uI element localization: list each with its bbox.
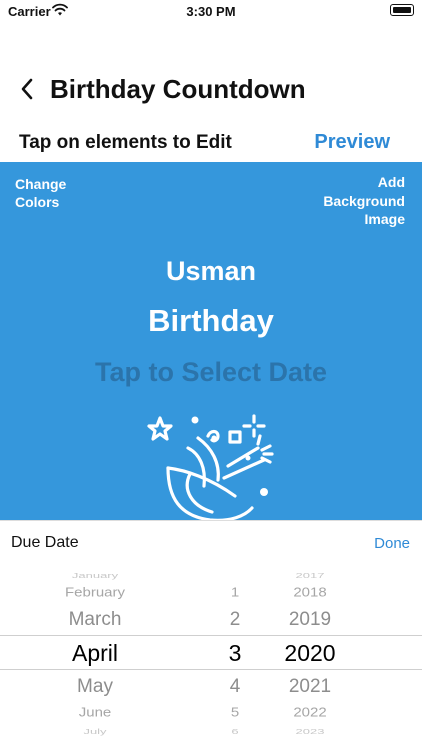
- day-option[interactable]: 2: [205, 609, 265, 633]
- clock: 3:30 PM: [186, 4, 236, 19]
- year-option[interactable]: 2021: [265, 676, 355, 700]
- year-option-selected[interactable]: 2020: [265, 640, 355, 668]
- day-option[interactable]: 6: [205, 727, 265, 735]
- party-popper-icon[interactable]: [140, 408, 280, 522]
- year-option[interactable]: 2017: [265, 571, 355, 579]
- day-option[interactable]: [205, 571, 265, 579]
- page-title: Birthday Countdown: [50, 74, 306, 104]
- month-option[interactable]: January: [30, 571, 160, 579]
- year-option[interactable]: 2018: [265, 586, 355, 603]
- date-picker-toolbar: Due Date Done: [0, 520, 422, 565]
- month-option[interactable]: May: [30, 676, 160, 700]
- month-wheel[interactable]: January February March April May June Ju…: [30, 564, 160, 750]
- back-button[interactable]: [16, 74, 42, 104]
- day-option[interactable]: 4: [205, 676, 265, 700]
- month-option-selected[interactable]: April: [30, 640, 160, 668]
- day-option[interactable]: 5: [205, 706, 265, 723]
- day-option[interactable]: 1: [205, 586, 265, 603]
- done-button[interactable]: Done: [374, 535, 410, 552]
- edit-hint-label: Tap on elements to Edit: [19, 132, 232, 153]
- year-wheel[interactable]: 2017 2018 2019 2020 2021 2022 2023: [265, 564, 355, 750]
- year-option[interactable]: 2023: [265, 727, 355, 735]
- add-bg-label-line1: Add: [377, 174, 405, 190]
- add-background-image-button[interactable]: Add Background Image: [295, 173, 405, 229]
- month-option[interactable]: February: [30, 586, 160, 603]
- day-option-selected[interactable]: 3: [205, 640, 265, 668]
- change-colors-label-line2: Colors: [15, 194, 60, 210]
- status-bar: Carrier 3:30 PM: [0, 0, 422, 24]
- date-picker: January February March April May June Ju…: [0, 564, 422, 750]
- person-name-text[interactable]: Usman: [0, 256, 422, 287]
- due-date-label: Due Date: [11, 534, 79, 551]
- month-option[interactable]: June: [30, 706, 160, 723]
- day-wheel[interactable]: 1 2 3 4 5 6: [205, 564, 265, 750]
- add-bg-label-line2: Background: [323, 192, 405, 209]
- change-colors-button[interactable]: Change Colors: [15, 175, 95, 211]
- select-date-text[interactable]: Tap to Select Date: [0, 357, 422, 388]
- preview-button[interactable]: Preview: [314, 131, 390, 154]
- battery-icon: [390, 4, 414, 16]
- year-option[interactable]: 2019: [265, 609, 355, 633]
- chevron-left-icon: [21, 78, 33, 100]
- countdown-card-preview: Change Colors Add Background Image Usman…: [0, 162, 422, 522]
- month-option[interactable]: March: [30, 609, 160, 633]
- change-colors-label-line1: Change: [15, 176, 67, 192]
- navigation-bar: Birthday Countdown: [0, 66, 422, 114]
- editor-toolbar: Tap on elements to Edit Preview: [0, 126, 422, 162]
- month-option[interactable]: July: [30, 727, 160, 735]
- event-title-text[interactable]: Birthday: [0, 303, 422, 339]
- year-option[interactable]: 2022: [265, 706, 355, 723]
- add-bg-label-line3: Image: [364, 211, 405, 227]
